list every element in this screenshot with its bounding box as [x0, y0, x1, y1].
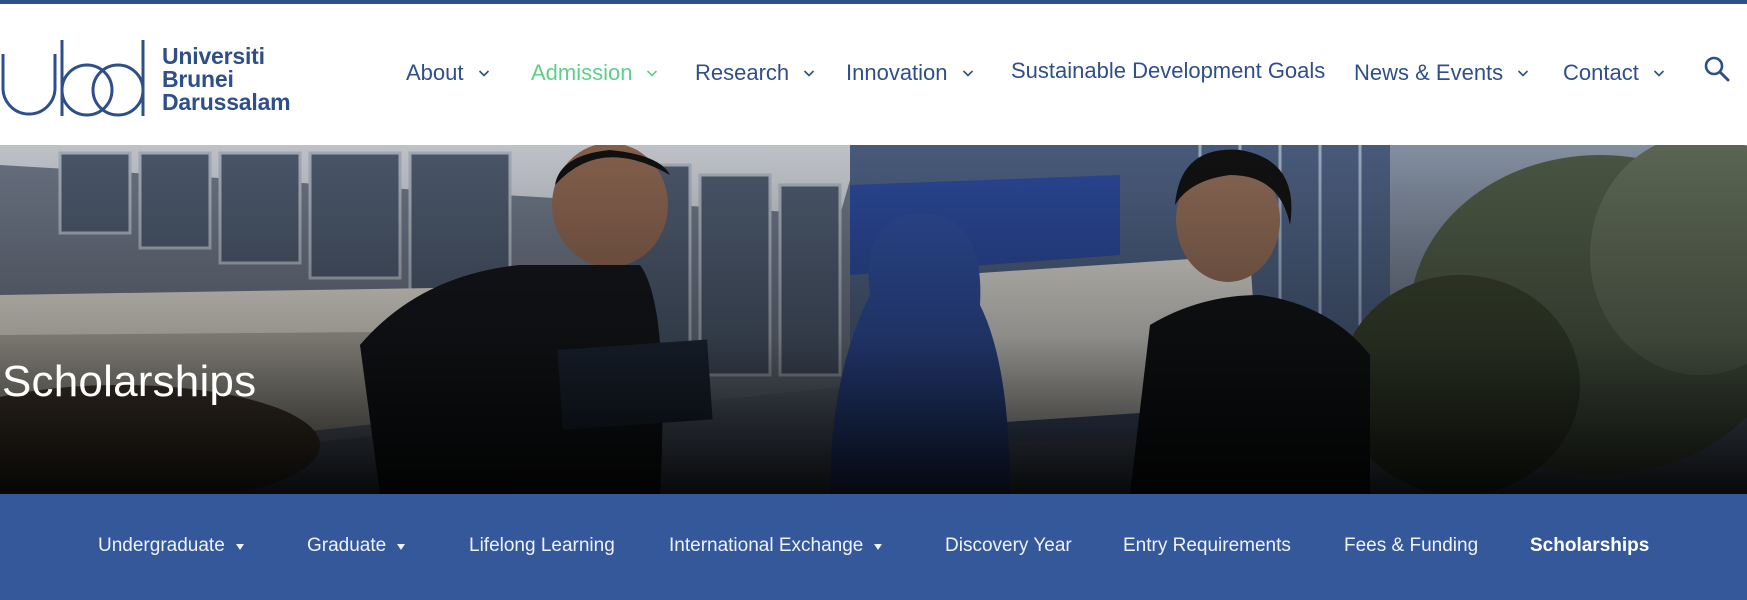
admission-subnav: Undergraduate Graduate Lifelong Learning…: [0, 494, 1747, 600]
caret-down-icon: [235, 535, 245, 557]
chevron-down-icon: [1517, 67, 1529, 79]
nav-item-about[interactable]: About: [406, 56, 490, 90]
hero-banner: Scholarships: [0, 145, 1747, 494]
hero-photo: [0, 145, 1747, 494]
subnav-label: Discovery Year: [945, 535, 1072, 556]
subnav-label: Scholarships: [1530, 535, 1650, 556]
subnav-label: Entry Requirements: [1123, 535, 1291, 556]
subnav-label: International Exchange: [669, 535, 864, 556]
subnav-item-undergraduate[interactable]: Undergraduate: [98, 530, 245, 562]
subnav-item-entry-requirements[interactable]: Entry Requirements: [1123, 530, 1291, 562]
nav-label: Research: [695, 60, 790, 85]
nav-item-contact[interactable]: Contact: [1563, 56, 1665, 90]
nav-label: About: [406, 60, 464, 85]
subnav-item-scholarships[interactable]: Scholarships: [1530, 530, 1649, 562]
nav-label: News & Events: [1354, 60, 1504, 85]
chevron-down-icon: [478, 67, 490, 79]
subnav-item-discovery-year[interactable]: Discovery Year: [945, 530, 1072, 562]
chevron-down-icon: [1653, 67, 1665, 79]
subnav-label: Fees & Funding: [1344, 535, 1479, 556]
subnav-label: Lifelong Learning: [469, 535, 615, 556]
nav-item-admission[interactable]: Admission: [531, 56, 658, 90]
chevron-down-icon: [962, 67, 974, 79]
nav-item-research[interactable]: Research: [695, 56, 815, 90]
subnav-item-graduate[interactable]: Graduate: [307, 530, 406, 562]
search-button[interactable]: [1703, 55, 1735, 87]
main-nav: About Admission Research Innovation Sust…: [0, 4, 1747, 145]
chevron-down-icon: [646, 67, 658, 79]
nav-item-news-events[interactable]: News & Events: [1354, 56, 1529, 90]
subnav-item-international-exchange[interactable]: International Exchange: [669, 530, 883, 562]
nav-label: Admission: [531, 60, 633, 85]
chevron-down-icon: [803, 67, 815, 79]
caret-down-icon: [396, 535, 406, 557]
subnav-item-lifelong-learning[interactable]: Lifelong Learning: [469, 530, 615, 562]
subnav-item-fees-funding[interactable]: Fees & Funding: [1344, 530, 1478, 562]
subnav-label: Undergraduate: [98, 535, 225, 556]
nav-label: Contact: [1563, 60, 1639, 85]
nav-item-innovation[interactable]: Innovation: [846, 56, 974, 90]
search-icon: [1704, 56, 1730, 82]
nav-label: Innovation: [846, 60, 948, 85]
subnav-label: Graduate: [307, 535, 387, 556]
page-title: Scholarships: [2, 357, 257, 406]
site-header: Universiti Brunei Darussalam About Admis…: [0, 4, 1747, 145]
nav-label: Sustainable Development Goals: [1011, 58, 1326, 83]
caret-down-icon: [873, 535, 883, 557]
nav-item-sdg[interactable]: Sustainable Development Goals: [1011, 54, 1325, 88]
